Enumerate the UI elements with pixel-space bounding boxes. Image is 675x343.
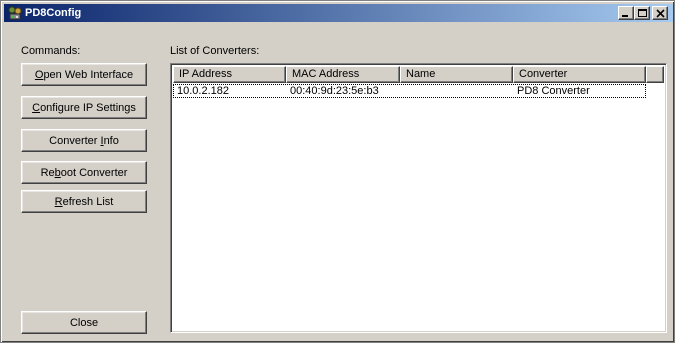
cell-ip-address: 10.0.2.182 xyxy=(177,85,229,97)
title-bar[interactable]: PD8Config xyxy=(4,4,673,22)
close-button[interactable]: Close xyxy=(21,311,147,334)
open-web-interface-button[interactable]: Open Web Interface xyxy=(21,63,147,86)
maximize-icon xyxy=(638,9,647,17)
converters-list[interactable]: IP Address MAC Address Name Converter 10… xyxy=(170,63,667,333)
close-window-button[interactable] xyxy=(652,6,668,20)
list-header: IP Address MAC Address Name Converter xyxy=(173,66,664,83)
table-row[interactable]: 10.0.2.182 00:40:9d:23:5e:b3 PD8 Convert… xyxy=(173,84,646,98)
cell-name xyxy=(400,84,513,98)
converters-list-label: List of Converters: xyxy=(170,45,260,57)
button-text: efresh List xyxy=(62,195,114,208)
accelerator-key: C xyxy=(32,101,41,114)
button-text: Re xyxy=(40,166,55,179)
column-header-converter[interactable]: Converter xyxy=(513,66,646,83)
button-text: onfigure IP Settings xyxy=(40,101,136,114)
column-header-ip-address[interactable]: IP Address xyxy=(173,66,286,83)
reboot-converter-button[interactable]: Reboot Converter xyxy=(21,161,147,184)
column-header-filler xyxy=(646,66,664,83)
configure-ip-settings-button[interactable]: Configure IP Settings xyxy=(21,96,147,119)
app-icon xyxy=(8,6,22,20)
converter-info-button[interactable]: Converter Info xyxy=(21,129,147,152)
maximize-button[interactable] xyxy=(634,6,650,20)
button-text: pen Web Interface xyxy=(43,68,134,81)
main-window: PD8Config Commands: List of Converters: … xyxy=(0,0,675,343)
close-icon xyxy=(656,9,665,18)
button-text: Converter xyxy=(49,134,101,147)
column-header-name[interactable]: Name xyxy=(400,66,513,83)
column-header-mac-address[interactable]: MAC Address xyxy=(286,66,400,83)
button-text: oot Converter xyxy=(60,166,128,179)
refresh-list-button[interactable]: Refresh List xyxy=(21,190,147,213)
accelerator-key: R xyxy=(54,195,63,208)
minimize-button[interactable] xyxy=(618,6,634,20)
button-text: nfo xyxy=(103,134,119,147)
window-title: PD8Config xyxy=(25,7,82,19)
cell-mac-address: 00:40:9d:23:5e:b3 xyxy=(290,85,379,97)
minimize-icon xyxy=(622,15,628,17)
cell-converter: PD8 Converter xyxy=(517,85,590,97)
commands-label: Commands: xyxy=(21,45,81,57)
